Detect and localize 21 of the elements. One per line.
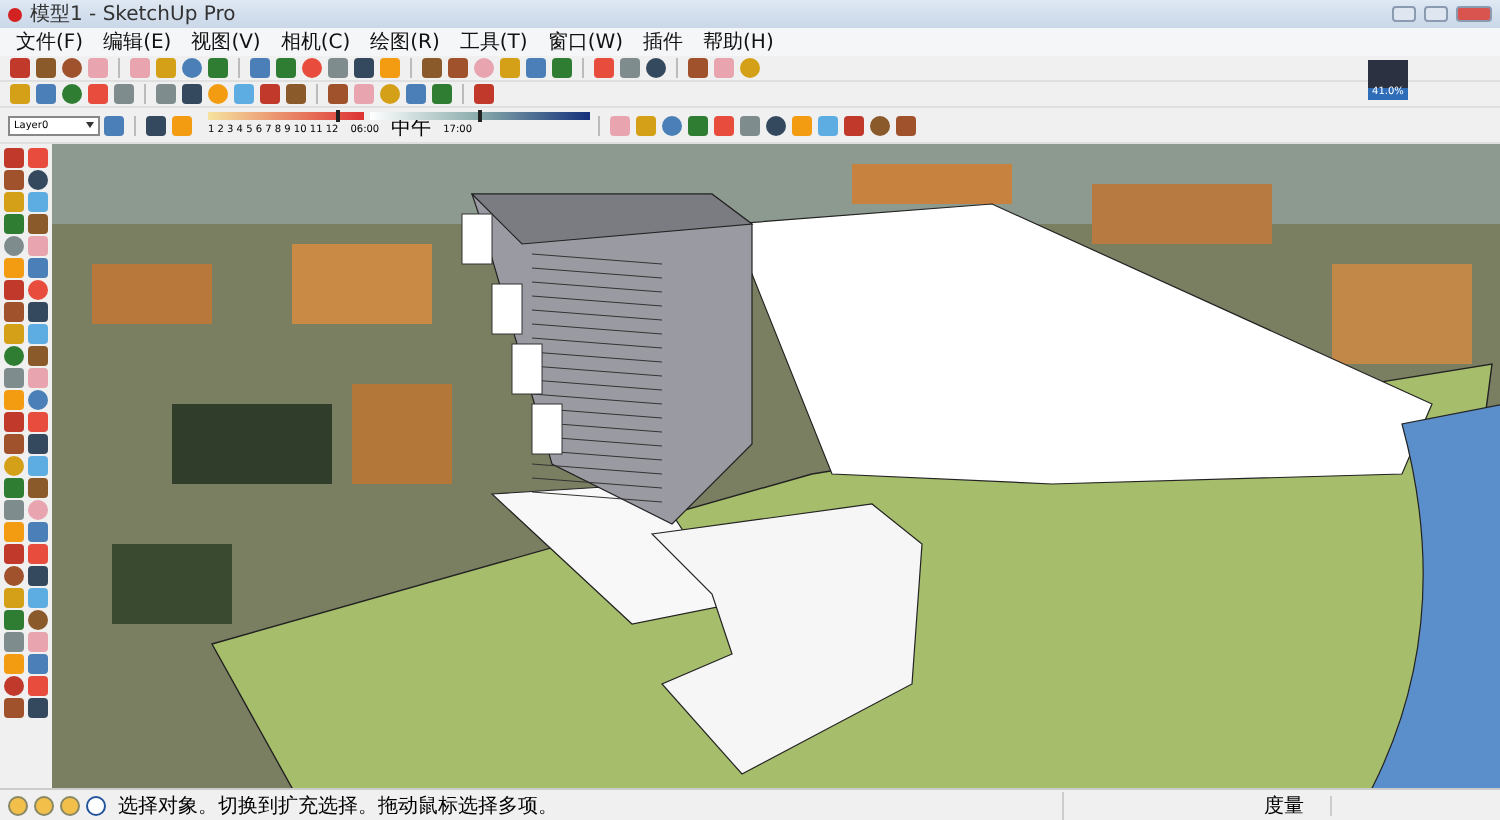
caret-icon <box>86 122 94 128</box>
time-slider[interactable] <box>370 111 590 119</box>
window-title: 模型1 - SketchUp Pro <box>30 1 236 28</box>
menu-item[interactable]: 文件(F) <box>16 28 84 56</box>
month-slider[interactable] <box>208 111 364 119</box>
menu-item[interactable]: 插件 <box>643 28 684 56</box>
menu-item[interactable]: 编辑(E) <box>103 28 172 56</box>
menu-item[interactable]: 视图(V) <box>191 28 261 56</box>
status-hint: 选择对象。切换到扩充选择。拖动鼠标选择多项。 <box>118 793 558 819</box>
slider-thumb[interactable] <box>335 109 340 121</box>
app-icon <box>8 7 22 21</box>
help-icon[interactable] <box>86 795 106 815</box>
menu-item[interactable]: 相机(C) <box>280 28 351 56</box>
measure-label: 度量 <box>1062 791 1324 819</box>
minimize-button[interactable] <box>1392 6 1416 22</box>
close-button[interactable] <box>1456 6 1492 22</box>
menu-item[interactable]: 绘图(R) <box>370 28 440 56</box>
menu-item[interactable]: 工具(T) <box>459 28 528 56</box>
menu-item[interactable]: 窗口(W) <box>547 28 624 56</box>
maximize-button[interactable] <box>1424 6 1448 22</box>
menu-item[interactable]: 帮助(H) <box>703 28 774 56</box>
